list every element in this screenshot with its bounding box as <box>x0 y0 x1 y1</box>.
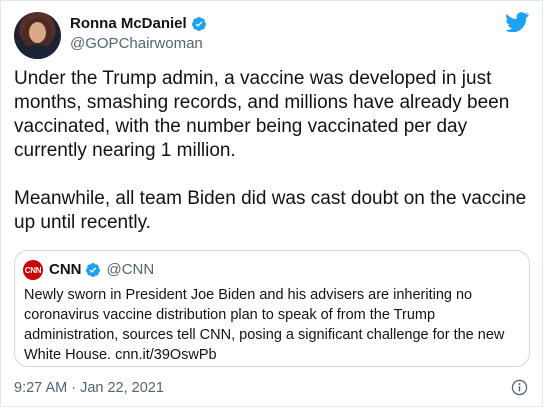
verified-badge-icon <box>191 16 206 31</box>
quoted-tweet[interactable]: CNN CNN @CNN Newly sworn in President Jo… <box>14 250 530 367</box>
tweet-timestamp[interactable]: 9:27 AM · Jan 22, 2021 <box>14 380 164 396</box>
author-name[interactable]: Ronna McDaniel <box>70 15 187 32</box>
cnn-logo[interactable]: CNN <box>23 260 43 280</box>
quoted-tweet-text: Newly sworn in President Joe Biden and h… <box>24 287 505 363</box>
author-handle[interactable]: @GOPChairwoman <box>70 35 203 52</box>
tweet-body: Under the Trump admin, a vaccine was dev… <box>14 68 527 233</box>
info-icon[interactable] <box>511 379 528 396</box>
quoted-author-name: CNN <box>49 261 82 278</box>
twitter-bird-icon[interactable] <box>505 12 529 32</box>
verified-badge-icon <box>85 262 100 277</box>
author-avatar[interactable] <box>14 12 61 59</box>
quoted-author-handle: @CNN <box>106 261 155 278</box>
tweet-card: Ronna McDaniel @GOPChairwoman Under the … <box>0 0 543 407</box>
author-name-row[interactable]: Ronna McDaniel <box>70 15 207 32</box>
quoted-author-row[interactable]: CNN @CNN <box>49 261 154 278</box>
